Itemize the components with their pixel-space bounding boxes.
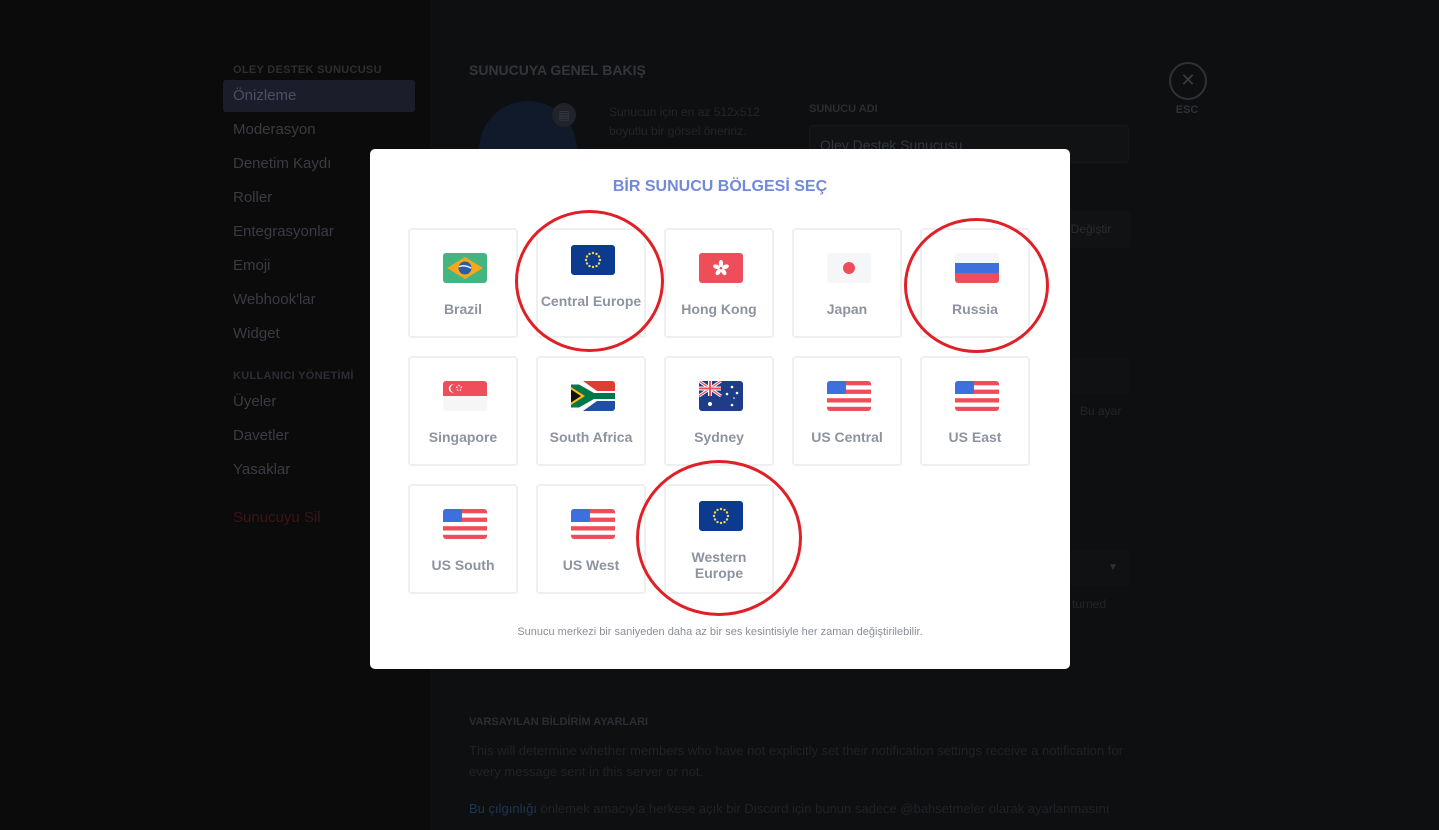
region-option-singapore[interactable]: Singapore: [408, 356, 518, 466]
afk-channel-select[interactable]: [1070, 358, 1130, 394]
region-label: Western Europe: [691, 549, 747, 581]
region-label: Russia: [952, 301, 998, 317]
close-esc-label: ESC: [1175, 104, 1199, 116]
setting-hint-text-2: turned: [1072, 597, 1107, 611]
server-name-label: SUNUCU ADI: [809, 103, 878, 115]
avatar-hint: Sunucun için en az 512x512 boyutlu bir g…: [609, 105, 760, 138]
au-flag-icon: [699, 381, 743, 411]
region-option-us-central[interactable]: US Central: [792, 356, 902, 466]
notification-settings-tip: Bu çılgınlığı önlemek amacıyla herkese a…: [469, 801, 1139, 816]
za-flag-icon: [571, 381, 615, 411]
region-label: Hong Kong: [681, 301, 757, 317]
region-select-modal: BİR SUNUCU BÖLGESİ SEÇ Brazil Central Eu…: [370, 149, 1070, 669]
region-option-hong-kong[interactable]: Hong Kong: [664, 228, 774, 338]
notification-tip-link[interactable]: Bu çılgınlığı: [469, 801, 537, 816]
ru-flag-icon: [955, 253, 999, 283]
notification-tip-text: önlemek amacıyla herkese açık bir Discor…: [536, 801, 1110, 816]
region-option-brazil[interactable]: Brazil: [408, 228, 518, 338]
us-flag-icon: [443, 509, 487, 539]
region-label: US East: [948, 429, 1002, 445]
us-flag-icon: [571, 509, 615, 539]
region-label: Central Europe: [540, 293, 642, 309]
eu-flag-icon: [699, 501, 743, 531]
region-option-japan[interactable]: Japan: [792, 228, 902, 338]
br-flag-icon: [443, 253, 487, 283]
sidebar-item-overview[interactable]: Önizleme: [223, 80, 415, 112]
settings-sidebar: OLEY DESTEK SUNUCUSU Önizleme Moderasyon…: [0, 0, 430, 830]
region-option-sydney[interactable]: Sydney: [664, 356, 774, 466]
region-label: Singapore: [428, 429, 498, 445]
region-label: Brazil: [443, 301, 483, 317]
region-option-us-west[interactable]: US West: [536, 484, 646, 594]
region-option-western-europe[interactable]: Western Europe: [664, 484, 774, 594]
close-icon[interactable]: ✕: [1169, 62, 1207, 100]
eu-flag-icon: [571, 245, 615, 275]
setting-hint-text: Bu ayar: [1080, 404, 1122, 418]
region-option-us-east[interactable]: US East: [920, 356, 1030, 466]
region-label: South Africa: [549, 429, 633, 445]
region-option-us-south[interactable]: US South: [408, 484, 518, 594]
region-option-central-europe[interactable]: Central Europe: [536, 228, 646, 338]
us-flag-icon: [827, 381, 871, 411]
region-label: Sydney: [694, 429, 744, 445]
notification-settings-desc: This will determine whether members who …: [469, 743, 1123, 779]
region-option-russia[interactable]: Russia: [920, 228, 1030, 338]
notification-settings-title: VARSAYILAN BİLDİRİM AYARLARI: [469, 716, 649, 728]
modal-footnote: Sunucu merkezi bir saniyeden daha az bir…: [517, 626, 923, 638]
region-label: Japan: [826, 301, 868, 317]
region-label: US South: [431, 557, 495, 573]
sidebar-server-header: OLEY DESTEK SUNUCUSU: [233, 64, 382, 76]
modal-title: BİR SUNUCU BÖLGESİ SEÇ: [612, 178, 828, 195]
region-option-south-africa[interactable]: South Africa: [536, 356, 646, 466]
hk-flag-icon: [699, 253, 743, 283]
chevron-down-icon[interactable]: ▼: [1070, 550, 1130, 586]
us-flag-icon: [955, 381, 999, 411]
sg-flag-icon: [443, 381, 487, 411]
region-label: US Central: [811, 429, 883, 445]
region-label: US West: [562, 557, 620, 573]
jp-flag-icon: [827, 253, 871, 283]
sidebar-item-moderation[interactable]: Moderasyon: [223, 114, 415, 146]
image-upload-icon[interactable]: ▤: [552, 103, 576, 127]
page-title: SUNUCUYA GENEL BAKIŞ: [469, 62, 646, 78]
